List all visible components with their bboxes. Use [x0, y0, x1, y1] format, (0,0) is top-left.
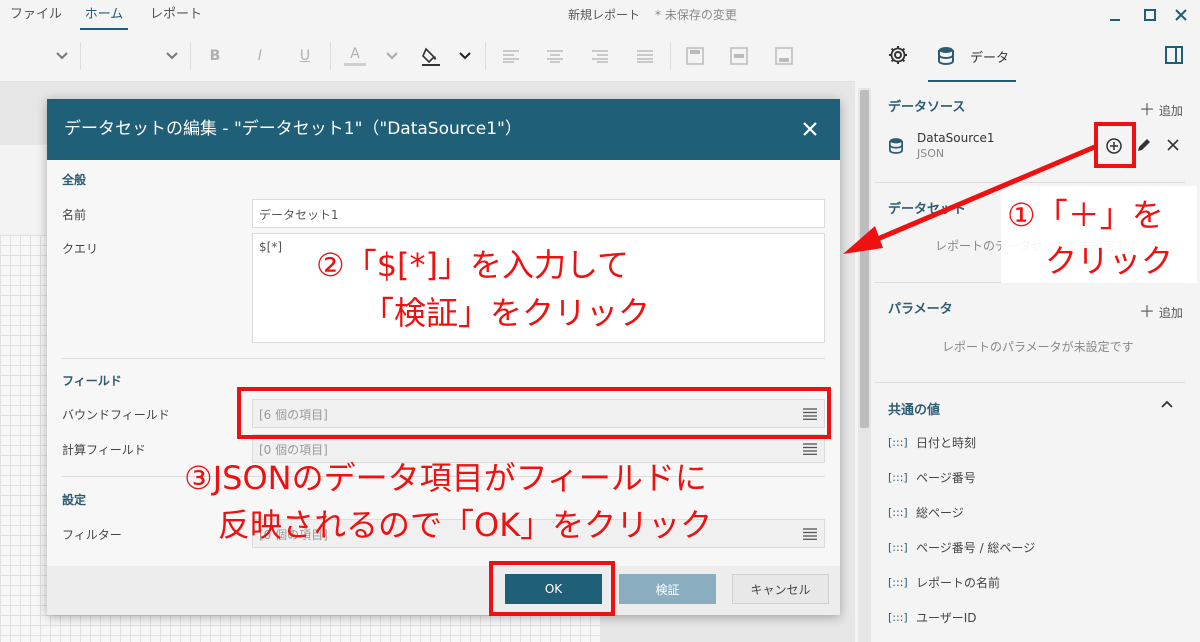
placeholder-icon: [:::]: [888, 435, 908, 449]
chevron-down-icon[interactable]: [455, 44, 475, 68]
chevron-down-icon[interactable]: [162, 44, 182, 68]
italic-button[interactable]: I: [249, 44, 271, 68]
align-left-icon[interactable]: [500, 44, 522, 68]
underline-button[interactable]: U: [294, 44, 316, 68]
list-item[interactable]: [:::] ページ番号 / 総ページ: [888, 537, 1168, 557]
datasource-title: データソース: [888, 100, 966, 115]
plus-icon: ＋: [1139, 100, 1156, 119]
report-title: 新規レポート: [568, 8, 641, 22]
common-values-title: 共通の値: [888, 403, 941, 418]
gear-icon[interactable]: [888, 45, 908, 65]
chevron-down-icon[interactable]: [382, 44, 402, 68]
add-label: 追加: [1158, 104, 1183, 118]
divider: [875, 382, 1185, 383]
toolbar-divider: [485, 42, 486, 70]
item-label: ページ番号: [916, 470, 976, 485]
close-icon[interactable]: [1172, 6, 1190, 24]
tab-data-label: データ: [970, 51, 1010, 66]
item-label: レポートの名前: [916, 575, 1001, 590]
hamburger-icon[interactable]: [803, 528, 817, 540]
menu-tab-file[interactable]: ファイル: [10, 0, 62, 30]
font-color-button[interactable]: A: [344, 44, 366, 66]
annotation-highlight-bound-fields: [237, 387, 831, 439]
add-parameter-button[interactable]: ＋ 追加: [1139, 298, 1183, 322]
list-item[interactable]: [:::] 総ページ: [888, 502, 1168, 522]
query-label: クエリ: [62, 242, 99, 256]
bold-button[interactable]: B: [204, 44, 226, 68]
dialog-header: データセットの編集 - "データセット1"（"DataSource1"）: [47, 99, 840, 160]
unsaved-status: * 未保存の変更: [655, 8, 737, 22]
placeholder-icon: [:::]: [888, 540, 908, 554]
right-panel: データ データソース ＋ 追加 DataSource1 JSON データセット …: [855, 30, 1200, 642]
edit-icon[interactable]: [1136, 137, 1152, 153]
toolbar-divider: [80, 42, 81, 70]
placeholder-icon: [:::]: [888, 505, 908, 519]
add-datasource-button[interactable]: ＋ 追加: [1139, 96, 1183, 120]
filter-label: フィルター: [62, 528, 122, 542]
valign-bottom-icon[interactable]: [773, 44, 795, 68]
justify-icon[interactable]: [634, 44, 656, 68]
annotation-arrow: [843, 143, 1098, 254]
annotation-step2-line1: ②「$[*]」を入力して: [316, 246, 630, 284]
placeholder-icon: [:::]: [888, 575, 908, 589]
collapse-icon[interactable]: [1160, 399, 1174, 409]
toolbar: B I U A: [0, 30, 855, 82]
title-bar: ファイル ホーム レポート 新規レポート * 未保存の変更: [0, 0, 1200, 30]
annotation-highlight-ok: [489, 561, 615, 616]
delete-icon[interactable]: [1166, 138, 1180, 152]
list-item[interactable]: [:::] 日付と時刻: [888, 432, 1168, 452]
dialog-title: データセットの編集 - "データセット1"（"DataSource1"）: [64, 119, 522, 139]
menu-tab-home[interactable]: ホーム: [80, 0, 128, 30]
calc-fields-label: 計算フィールド: [62, 443, 146, 457]
dialog-footer: OK 検証 キャンセル: [47, 566, 840, 615]
divider: [62, 358, 825, 359]
toolbar-divider: [330, 42, 331, 70]
name-input[interactable]: データセット1: [252, 199, 825, 228]
tab-data[interactable]: データ: [928, 30, 1016, 82]
database-icon: [938, 46, 954, 66]
toolbar-divider: [190, 42, 191, 70]
valign-top-icon[interactable]: [684, 44, 706, 68]
fill-color-icon[interactable]: [419, 44, 443, 68]
item-label: ユーザーID: [916, 610, 977, 625]
minimize-icon[interactable]: [1106, 6, 1124, 24]
align-right-icon[interactable]: [589, 44, 611, 68]
validate-button[interactable]: 検証: [619, 574, 716, 604]
panel-toggle-icon[interactable]: [1164, 45, 1184, 65]
item-label: 日付と時刻: [916, 435, 977, 450]
parameters-title: パラメータ: [888, 302, 953, 317]
list-item[interactable]: [:::] レポートの名前: [888, 572, 1168, 592]
placeholder-icon: [:::]: [888, 470, 908, 484]
bound-fields-label: バウンドフィールド: [62, 408, 170, 422]
cancel-button[interactable]: キャンセル: [732, 574, 829, 604]
annotation-step3-line2: 反映されるので「OK」をクリック: [218, 506, 713, 544]
annotation-step2-line2: 「検証」をクリック: [362, 294, 651, 332]
list-item[interactable]: [:::] ページ番号: [888, 467, 1168, 487]
placeholder-icon: [:::]: [888, 610, 908, 624]
annotation-step3-line1: ③JSONのデータ項目がフィールドに: [184, 459, 707, 497]
align-center-icon[interactable]: [544, 44, 566, 68]
plus-icon: ＋: [1139, 302, 1156, 321]
item-label: 総ページ: [916, 505, 964, 520]
maximize-icon[interactable]: [1141, 6, 1159, 24]
section-general: 全般: [62, 173, 87, 187]
name-label: 名前: [62, 208, 87, 222]
list-item[interactable]: [:::] ユーザーID: [888, 607, 1168, 627]
item-label: ページ番号 / 総ページ: [916, 540, 1036, 555]
hamburger-icon[interactable]: [803, 443, 817, 455]
common-values-list: [:::] 日付と時刻 [:::] ページ番号 [:::] 総ページ [:::] ページ…: [888, 432, 1168, 627]
close-icon[interactable]: [801, 120, 819, 138]
section-fields: フィールド: [62, 374, 122, 388]
chevron-down-icon[interactable]: [52, 44, 72, 68]
parameters-empty-text: レポートのパラメータが未設定です: [942, 340, 1134, 354]
toolbar-divider: [670, 42, 671, 70]
add-label: 追加: [1158, 306, 1183, 320]
section-settings: 設定: [62, 493, 87, 507]
menu-tab-report[interactable]: レポート: [150, 0, 202, 30]
valign-middle-icon[interactable]: [728, 44, 750, 68]
